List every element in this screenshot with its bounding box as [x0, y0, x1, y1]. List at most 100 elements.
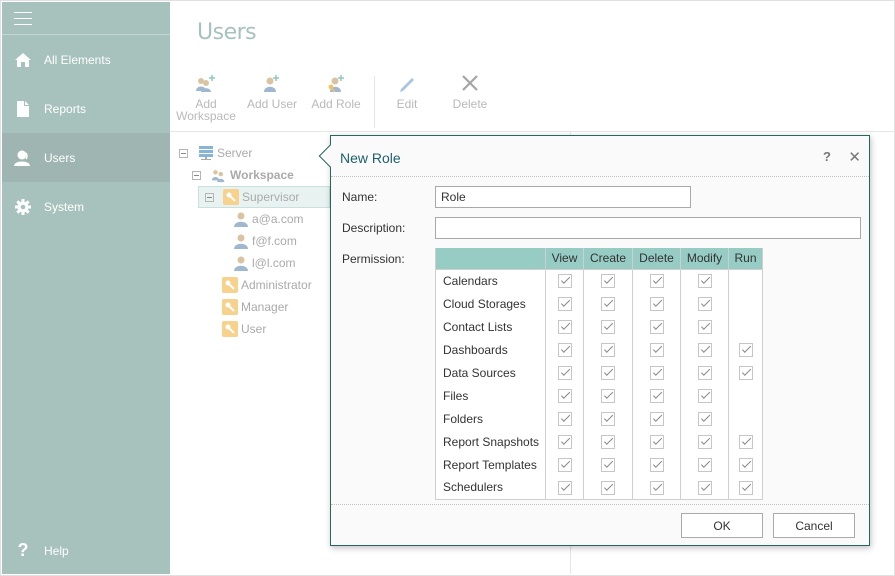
modify-checkbox[interactable]: [697, 274, 712, 289]
name-label: Name:: [342, 190, 378, 204]
add-user-button[interactable]: Add User: [240, 72, 304, 128]
run-checkbox[interactable]: [738, 434, 753, 449]
permission-cell-view: [545, 361, 584, 384]
permission-cell-delete: [632, 430, 681, 453]
modify-checkbox[interactable]: [697, 411, 712, 426]
description-input[interactable]: [435, 217, 861, 239]
delete-checkbox[interactable]: [649, 480, 664, 495]
delete-checkbox[interactable]: [649, 411, 664, 426]
help-icon[interactable]: ?: [823, 149, 831, 164]
delete-checkbox[interactable]: [649, 319, 664, 334]
sidebar-item-reports[interactable]: Reports: [2, 84, 170, 133]
view-checkbox[interactable]: [557, 296, 572, 311]
view-checkbox[interactable]: [557, 457, 572, 472]
permission-row: Data Sources: [435, 361, 763, 384]
tree-node-role-manager[interactable]: Manager: [222, 297, 288, 317]
permission-cell-create: [583, 384, 633, 407]
view-checkbox[interactable]: [557, 388, 572, 403]
delete-checkbox[interactable]: [649, 388, 664, 403]
sidebar-item-help[interactable]: ? Help: [2, 526, 170, 575]
sidebar-item-system[interactable]: System: [2, 182, 170, 231]
create-checkbox[interactable]: [601, 434, 615, 449]
dialog-header-divider: [331, 176, 869, 177]
delete-checkbox[interactable]: [649, 274, 664, 289]
add-workspace-button[interactable]: Add Workspace: [172, 72, 240, 128]
permission-cell-view: [545, 315, 584, 338]
tree-node-user[interactable]: l@l.com: [233, 253, 296, 273]
edit-button[interactable]: Edit: [381, 72, 433, 128]
modify-checkbox[interactable]: [697, 434, 712, 449]
hamburger-icon[interactable]: [14, 12, 32, 26]
view-checkbox[interactable]: [557, 319, 572, 334]
delete-button[interactable]: Delete: [433, 72, 507, 128]
view-checkbox[interactable]: [557, 434, 572, 449]
run-checkbox[interactable]: [738, 365, 753, 380]
modify-checkbox[interactable]: [697, 388, 712, 403]
home-icon: [2, 52, 44, 67]
view-checkbox[interactable]: [557, 365, 572, 380]
permission-cell-modify: [680, 292, 729, 315]
tree-node-workspace[interactable]: Workspace: [192, 165, 294, 185]
create-checkbox[interactable]: [601, 480, 615, 495]
create-checkbox[interactable]: [601, 342, 615, 357]
create-checkbox[interactable]: [601, 274, 615, 289]
tree-node-role-administrator[interactable]: Administrator: [222, 275, 312, 295]
permission-row-label: Files: [435, 384, 546, 407]
create-checkbox[interactable]: [601, 411, 615, 426]
name-input[interactable]: [435, 186, 691, 208]
permission-row: Calendars: [435, 269, 763, 292]
modify-checkbox[interactable]: [697, 480, 712, 495]
run-checkbox[interactable]: [738, 457, 753, 472]
tree-node-role-user[interactable]: User: [222, 319, 266, 339]
create-checkbox[interactable]: [601, 319, 615, 334]
modify-checkbox[interactable]: [697, 457, 712, 472]
view-checkbox[interactable]: [557, 342, 572, 357]
close-icon[interactable]: ✕: [848, 148, 861, 166]
column-header-run: Run: [728, 248, 763, 270]
toolbar: Add Workspace Add User Add Role Edit Del…: [172, 72, 507, 128]
permission-header-blank: [435, 248, 546, 270]
view-checkbox[interactable]: [557, 411, 572, 426]
add-role-button[interactable]: Add Role: [304, 72, 368, 128]
run-checkbox[interactable]: [738, 480, 753, 495]
document-icon: [2, 100, 44, 117]
modify-checkbox[interactable]: [697, 365, 712, 380]
delete-checkbox[interactable]: [649, 457, 664, 472]
run-checkbox[interactable]: [738, 342, 753, 357]
delete-checkbox[interactable]: [649, 296, 664, 311]
delete-checkbox[interactable]: [649, 342, 664, 357]
view-checkbox[interactable]: [557, 274, 572, 289]
permission-row-label: Folders: [435, 407, 546, 430]
permission-cell-create: [583, 269, 633, 292]
permission-row: Contact Lists: [435, 315, 763, 338]
tree-node-user[interactable]: a@a.com: [233, 209, 304, 229]
delete-checkbox[interactable]: [649, 434, 664, 449]
modify-checkbox[interactable]: [697, 342, 712, 357]
tree-node-role-supervisor[interactable]: Supervisor: [198, 186, 330, 208]
sidebar-item-all-elements[interactable]: All Elements: [2, 35, 170, 84]
collapse-toggle[interactable]: [192, 170, 201, 180]
question-icon: ?: [17, 540, 29, 560]
permission-cell-run: [728, 269, 763, 292]
create-checkbox[interactable]: [601, 388, 615, 403]
tree-node-server[interactable]: Server: [179, 143, 252, 163]
create-checkbox[interactable]: [601, 296, 615, 311]
sidebar: All Elements Reports Users System ? Help: [2, 2, 170, 574]
sidebar-item-users[interactable]: Users: [2, 133, 170, 182]
ok-button[interactable]: OK: [681, 513, 763, 538]
view-checkbox[interactable]: [557, 480, 572, 495]
sidebar-item-label: Help: [44, 543, 69, 558]
collapse-toggle[interactable]: [179, 148, 188, 158]
permission-cell-delete: [632, 292, 681, 315]
tree-node-user[interactable]: f@f.com: [233, 231, 297, 251]
column-header-view: View: [545, 248, 584, 270]
permission-table: View Create Delete Modify Run Calendars C…: [435, 248, 763, 500]
gear-icon: [2, 198, 44, 215]
modify-checkbox[interactable]: [697, 319, 712, 334]
modify-checkbox[interactable]: [697, 296, 712, 311]
delete-checkbox[interactable]: [649, 365, 664, 380]
create-checkbox[interactable]: [601, 457, 615, 472]
cancel-button[interactable]: Cancel: [773, 513, 855, 538]
collapse-toggle[interactable]: [205, 192, 214, 202]
create-checkbox[interactable]: [601, 365, 615, 380]
